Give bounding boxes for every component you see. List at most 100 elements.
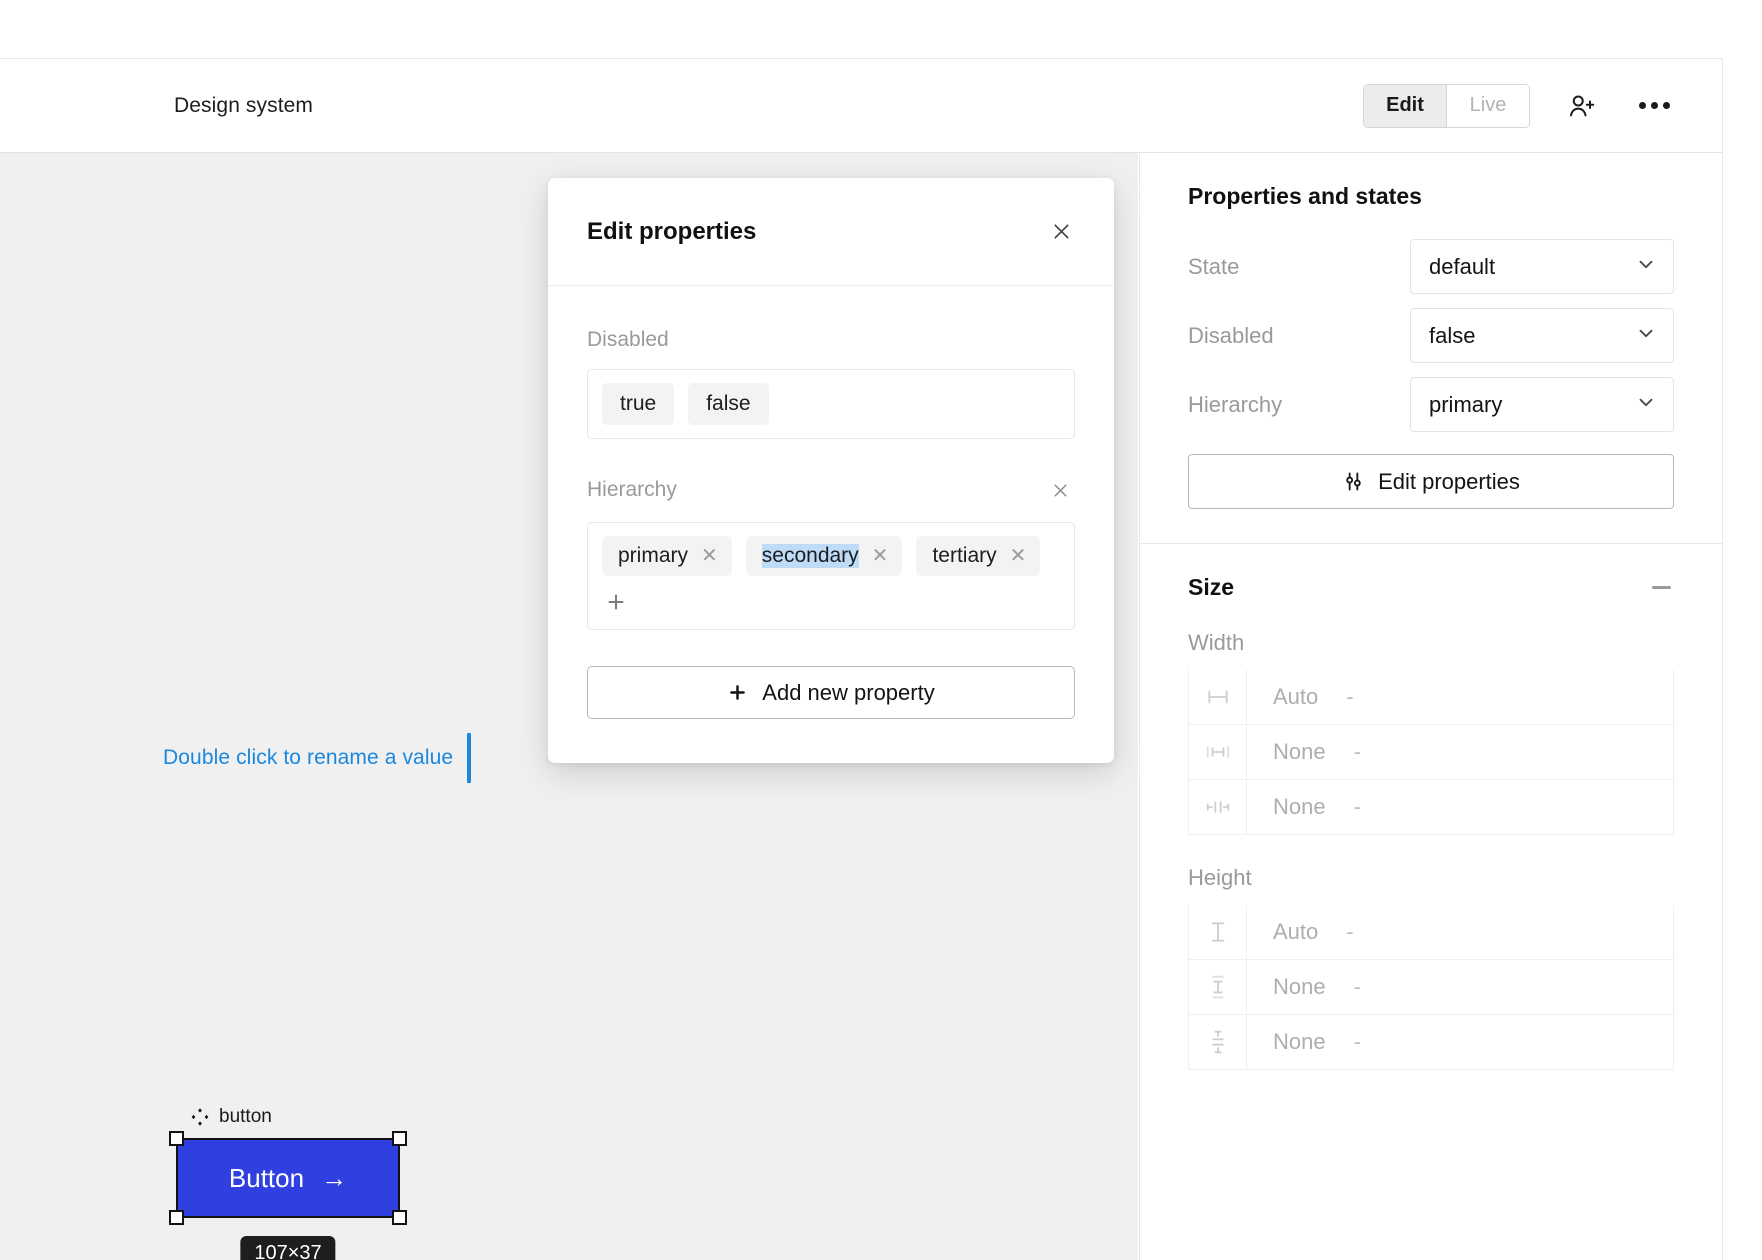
property-label-row: Hierarchy	[587, 475, 1075, 505]
property-name: Disabled	[587, 328, 669, 351]
min-height-value-cell[interactable]: None -	[1247, 960, 1673, 1014]
hierarchy-select-value: primary	[1429, 391, 1503, 417]
rename-hint-text: Double click to rename a value	[163, 746, 454, 769]
value-chip-tertiary[interactable]: tertiary ✕	[916, 536, 1041, 576]
value-chip-container[interactable]: true false	[587, 369, 1075, 439]
width-row[interactable]: Auto -	[1188, 670, 1674, 725]
dialog-header: Edit properties	[548, 178, 1114, 286]
chevron-down-icon	[1635, 253, 1657, 281]
min-width-value: None	[1273, 739, 1326, 764]
chip-label: tertiary	[932, 544, 997, 567]
height-value-cell[interactable]: Auto -	[1247, 905, 1673, 959]
max-height-icon	[1189, 1015, 1247, 1069]
chip-remove-icon[interactable]: ✕	[701, 546, 718, 566]
more-options-icon[interactable]	[1634, 86, 1674, 126]
height-label: Height	[1188, 865, 1252, 890]
chip-remove-icon[interactable]: ✕	[1010, 546, 1027, 566]
selection-bounding-box[interactable]: Button → 107×37	[169, 1131, 407, 1260]
toolbar-actions: Edit Live	[1363, 83, 1674, 128]
app-window: Design system Edit Live Double click to …	[0, 0, 1762, 1260]
min-width-icon	[1189, 725, 1247, 779]
value-chip-false[interactable]: false	[688, 383, 769, 425]
chip-label: secondary	[761, 544, 859, 568]
chip-label: primary	[618, 544, 689, 567]
properties-and-states-section: Properties and states State default Disa…	[1140, 153, 1722, 544]
size-badge: 107×37	[240, 1236, 336, 1260]
min-width-unit: -	[1353, 739, 1361, 764]
canvas-button[interactable]: Button →	[178, 1140, 398, 1216]
max-width-value-cell[interactable]: None -	[1247, 780, 1673, 834]
resize-handle-bottom-left[interactable]	[169, 1210, 184, 1225]
dialog-title: Edit properties	[587, 217, 757, 245]
min-height-icon	[1189, 960, 1247, 1014]
resize-handle-bottom-right[interactable]	[392, 1210, 407, 1225]
user-plus-icon[interactable]	[1562, 86, 1602, 126]
state-select[interactable]: default	[1410, 239, 1674, 294]
property-row-disabled: Disabled false	[1188, 308, 1674, 363]
property-row-label: Hierarchy	[1188, 391, 1283, 417]
property-name: Hierarchy	[587, 478, 677, 501]
remove-property-icon[interactable]	[1045, 475, 1075, 505]
annotation-pointer-bar	[467, 733, 472, 783]
property-label-row: Disabled	[587, 328, 1075, 352]
section-title-properties: Properties and states	[1188, 183, 1422, 209]
add-new-property-button[interactable]: Add new property	[587, 666, 1075, 719]
width-value: Auto	[1273, 684, 1319, 709]
value-chip-primary[interactable]: primary ✕	[602, 536, 732, 576]
height-row[interactable]: Auto -	[1188, 905, 1674, 960]
chevron-down-icon	[1635, 391, 1657, 419]
add-new-property-label: Add new property	[762, 679, 935, 705]
property-group-disabled: Disabled true false	[587, 328, 1075, 439]
tab-edit[interactable]: Edit	[1364, 84, 1446, 127]
component-label: button	[190, 1106, 272, 1128]
value-chip-true[interactable]: true	[602, 383, 675, 425]
height-value: Auto	[1273, 919, 1319, 944]
component-diamond-icon	[191, 1108, 209, 1126]
component-name-text: button	[219, 1106, 272, 1127]
property-row-label: State	[1188, 253, 1240, 279]
max-width-row[interactable]: None -	[1188, 780, 1674, 835]
property-group-hierarchy: Hierarchy primary ✕ secondary ✕ tertiary…	[587, 475, 1075, 630]
selected-component[interactable]: button Button → 107×37	[169, 1106, 407, 1260]
minus-icon[interactable]	[1648, 575, 1674, 601]
height-icon	[1189, 905, 1247, 959]
resize-handle-top-right[interactable]	[392, 1131, 407, 1146]
chevron-down-icon	[1635, 322, 1657, 350]
min-width-row[interactable]: None -	[1188, 725, 1674, 780]
height-group: Height Auto - None - None -	[1188, 865, 1674, 1070]
tab-live[interactable]: Live	[1447, 84, 1529, 127]
height-unit: -	[1346, 919, 1354, 944]
hierarchy-select[interactable]: primary	[1410, 377, 1674, 432]
add-value-icon[interactable]	[602, 588, 630, 616]
mode-switch[interactable]: Edit Live	[1363, 83, 1530, 128]
close-icon[interactable]	[1044, 215, 1078, 249]
disabled-select-value: false	[1429, 322, 1476, 348]
max-height-value-cell[interactable]: None -	[1247, 1015, 1673, 1069]
arrow-right-icon: →	[321, 1162, 348, 1193]
rename-hint-annotation: Double click to rename a value	[163, 733, 472, 783]
top-toolbar: Design system Edit Live	[0, 58, 1723, 153]
min-width-value-cell[interactable]: None -	[1247, 725, 1673, 779]
resize-handle-top-left[interactable]	[169, 1131, 184, 1146]
dialog-body: Disabled true false Hierarchy primary ✕ …	[548, 286, 1114, 763]
plus-icon	[730, 685, 746, 700]
canvas-button-label: Button	[228, 1162, 305, 1193]
state-select-value: default	[1429, 253, 1496, 279]
chip-remove-icon[interactable]: ✕	[872, 546, 889, 566]
edit-properties-button[interactable]: Edit properties	[1188, 454, 1674, 509]
property-row-label: Disabled	[1188, 322, 1274, 348]
max-height-row[interactable]: None -	[1188, 1015, 1674, 1070]
width-value-cell[interactable]: Auto -	[1247, 670, 1673, 724]
min-height-row[interactable]: None -	[1188, 960, 1674, 1015]
max-width-value: None	[1273, 794, 1326, 819]
max-width-unit: -	[1353, 794, 1361, 819]
property-row-state: State default	[1188, 239, 1674, 294]
value-chip-container[interactable]: primary ✕ secondary ✕ tertiary ✕	[587, 522, 1075, 630]
value-chip-secondary[interactable]: secondary ✕	[745, 536, 903, 576]
max-height-unit: -	[1353, 1029, 1361, 1054]
edit-properties-dialog: Edit properties Disabled true false Hier…	[548, 178, 1114, 763]
disabled-select[interactable]: false	[1410, 308, 1674, 363]
size-section: Size Width Auto - None - None - Height A…	[1140, 544, 1722, 1134]
property-row-hierarchy: Hierarchy primary	[1188, 377, 1674, 432]
